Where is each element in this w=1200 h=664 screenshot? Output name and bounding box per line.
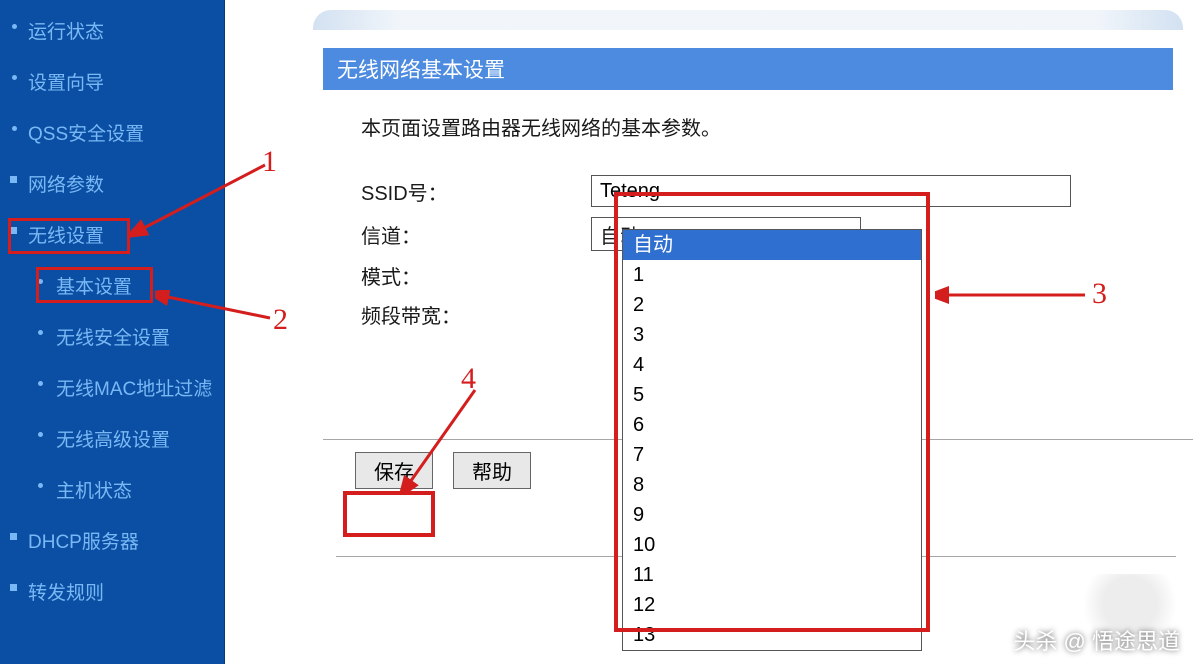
sidebar-item-wizard[interactable]: 设置向导: [0, 56, 224, 107]
channel-option-5[interactable]: 5: [623, 380, 921, 410]
panel-top-decoration: [313, 10, 1183, 30]
mode-label: 模式：: [361, 261, 591, 290]
sidebar-item-basic[interactable]: 基本设置: [0, 260, 224, 311]
channel-option-6[interactable]: 6: [623, 410, 921, 440]
ssid-input[interactable]: [591, 175, 1071, 207]
channel-dropdown: 自动 1 2 3 4 5 6 7 8 9 10 11 12 13: [622, 229, 922, 651]
channel-option-8[interactable]: 8: [623, 470, 921, 500]
help-button[interactable]: 帮助: [453, 452, 531, 489]
channel-option-1[interactable]: 1: [623, 260, 921, 290]
channel-option-4[interactable]: 4: [623, 350, 921, 380]
channel-option-12[interactable]: 12: [623, 590, 921, 620]
sidebar-item-label: 转发规则: [28, 583, 104, 604]
save-button[interactable]: 保存: [355, 452, 433, 489]
sidebar-item-label: 网络参数: [28, 175, 104, 196]
sidebar-item-forward[interactable]: 转发规则: [0, 566, 224, 617]
sidebar-item-network[interactable]: 网络参数: [0, 158, 224, 209]
channel-option-auto[interactable]: 自动: [623, 230, 921, 260]
channel-option-11[interactable]: 11: [623, 560, 921, 590]
sidebar-item-label: 设置向导: [28, 73, 104, 94]
sidebar-item-label: 无线安全设置: [56, 328, 170, 349]
sidebar-item-label: 无线高级设置: [56, 430, 170, 451]
row-ssid: SSID号：: [361, 175, 1153, 207]
ssid-label: SSID号：: [361, 177, 591, 206]
channel-option-9[interactable]: 9: [623, 500, 921, 530]
sidebar-item-label: 无线设置: [28, 226, 104, 247]
sidebar-item-mac-filter[interactable]: 无线MAC地址过滤: [0, 362, 224, 413]
sidebar-item-advanced[interactable]: 无线高级设置: [0, 413, 224, 464]
channel-option-7[interactable]: 7: [623, 440, 921, 470]
channel-option-13[interactable]: 13: [623, 620, 921, 650]
sidebar-item-label: 基本设置: [56, 277, 132, 298]
watermark-text: 头杀 @ 悟途思道: [1013, 624, 1180, 656]
panel-title: 无线网络基本设置: [323, 48, 1173, 90]
sidebar: 运行状态 设置向导 QSS安全设置 网络参数 无线设置 基本设置 无线安全设置 …: [0, 0, 225, 664]
sidebar-item-label: QSS安全设置: [28, 124, 144, 145]
sidebar-item-label: 运行状态: [28, 22, 104, 43]
sidebar-item-label: 无线MAC地址过滤: [56, 379, 212, 400]
panel-description: 本页面设置路由器无线网络的基本参数。: [361, 112, 1153, 141]
sidebar-item-qss[interactable]: QSS安全设置: [0, 107, 224, 158]
sidebar-item-label: 主机状态: [56, 481, 132, 502]
channel-label: 信道：: [361, 220, 591, 249]
sidebar-item-wireless[interactable]: 无线设置: [0, 209, 224, 260]
channel-option-3[interactable]: 3: [623, 320, 921, 350]
bandwidth-label: 频段带宽：: [361, 300, 591, 329]
channel-option-2[interactable]: 2: [623, 290, 921, 320]
sidebar-item-host-status[interactable]: 主机状态: [0, 464, 224, 515]
channel-option-10[interactable]: 10: [623, 530, 921, 560]
sidebar-item-dhcp[interactable]: DHCP服务器: [0, 515, 224, 566]
sidebar-item-label: DHCP服务器: [28, 532, 139, 553]
sidebar-item-security[interactable]: 无线安全设置: [0, 311, 224, 362]
sidebar-item-status[interactable]: 运行状态: [0, 5, 224, 56]
